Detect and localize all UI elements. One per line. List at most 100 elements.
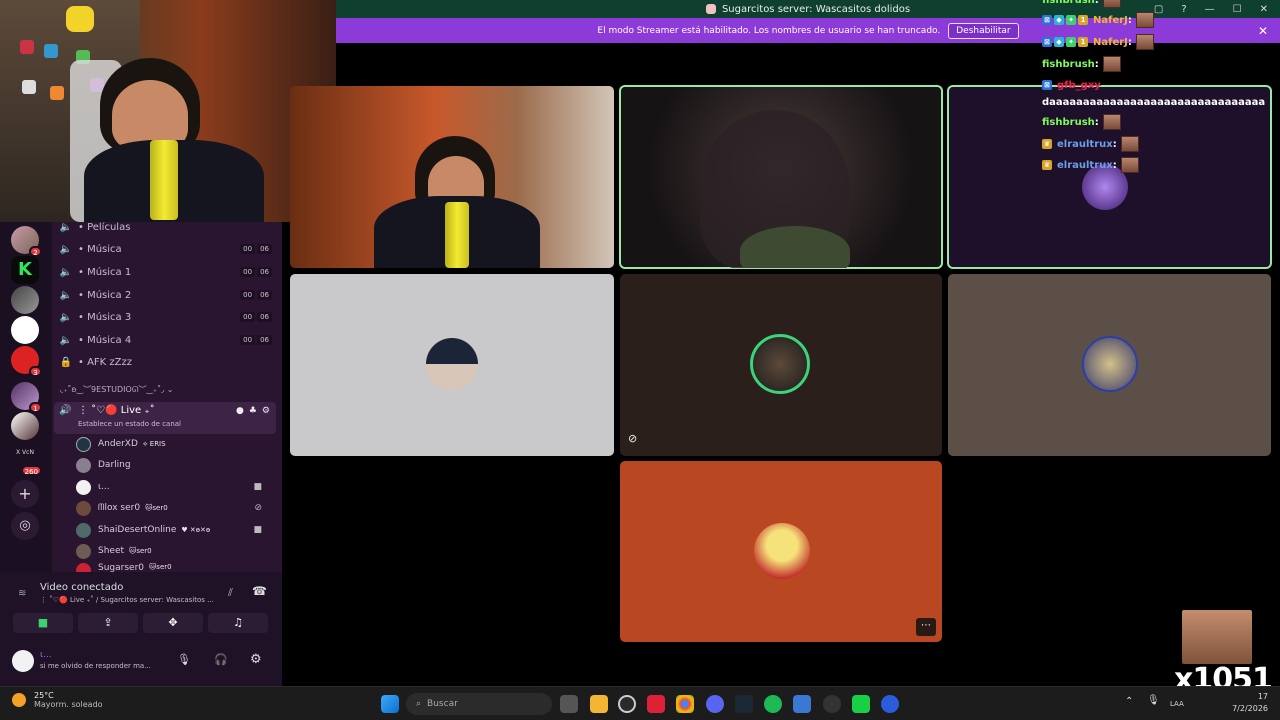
signal-icon[interactable]: ≋ [18,588,26,599]
chrome-icon[interactable] [676,695,694,713]
microphone-icon[interactable]: 🎙 [177,653,191,666]
camera-button[interactable]: ■ [13,613,73,633]
emote-icon [1120,157,1139,173]
avatar [76,457,91,473]
screen-share-button[interactable]: ⇪ [78,613,138,633]
server-rail: 2 K 3 1 X VcN 260 + ◎ [0,222,52,572]
voice-status[interactable]: Video conectado [40,582,123,593]
video-icon: ■ [253,525,262,535]
disconnect-icon[interactable]: ☎ [252,584,267,598]
disable-streamer-button[interactable]: Deshabilitar [948,22,1019,39]
server-icon[interactable]: 1 [11,382,42,413]
microphone-icon[interactable]: 🎙 [1147,695,1160,706]
folder-icon[interactable] [590,695,608,713]
notepad-icon[interactable] [793,695,811,713]
app-icon[interactable] [647,695,665,713]
spotify-icon[interactable] [764,695,782,713]
chat-message: ⊠ ◆ ✦ 1 NaferJ : [1042,32,1154,52]
headphones-icon[interactable]: 🎧 [214,653,228,666]
voice-user[interactable]: Sheet 🐱ser0 [76,541,152,561]
channel-musica[interactable]: 🔈 • Música 00 06 [58,238,276,260]
avatar [76,522,91,538]
chevron-up-icon[interactable]: ⌃ [1125,696,1133,707]
task-view-icon[interactable] [560,695,578,713]
voice-user[interactable]: Darling [76,455,131,475]
voice-user[interactable]: ᗰlox ser0 🐱ser0 ⊘ [76,498,272,518]
custom-status: si me olvido de responder ma... [40,662,151,670]
avatar [76,543,91,559]
lock-icon: 🔒 [59,356,73,368]
server-icon[interactable] [11,316,39,344]
more-options-button[interactable]: ⋯ [916,618,936,636]
video-tile[interactable] [290,274,614,456]
category-header[interactable]: ◟₊˚ʚ‿︶9ESTUDIOᘏ︶‿₊˚◞ ⌄ [60,384,173,395]
steam-icon[interactable] [735,695,753,713]
chat-message: ♛ elraultrux : [1042,155,1139,175]
avatar [754,523,810,579]
channel-status[interactable]: Establece un estado de canal [78,420,181,428]
window-title: Sugarcitos server: Wascasitos dolidos [721,3,911,15]
username: ι... [40,650,52,660]
server-icon[interactable] [11,286,39,314]
server-icon[interactable] [11,412,39,440]
invite-icon[interactable]: ♣ [249,406,257,416]
search-icon: ⌕ [416,699,422,709]
video-tile[interactable]: ⋯ [620,461,942,642]
voice-channel-path[interactable]: ⋮ ˚♡🔴 Live ₊˚ / Sugarcitos server: Wasca… [40,596,214,604]
headset-icon[interactable] [881,695,899,713]
obs-icon[interactable] [618,695,636,713]
gear-icon[interactable]: ⚙ [250,652,262,667]
channel-musica-2[interactable]: 🔈 • Música 2 00 06 [58,284,276,306]
video-tile[interactable] [290,86,614,268]
app-icon[interactable] [823,695,841,713]
avatar [76,436,91,452]
speaker-icon: 🔈 [59,334,73,346]
voice-user[interactable]: ι... ■ [76,477,272,497]
server-icon[interactable]: 3 [11,346,42,377]
emote-icon [1135,34,1154,50]
avatar[interactable] [12,650,34,672]
emote-icon [1102,0,1121,8]
webcam-overlay [0,0,336,230]
chat-message: ♛ elraultrux : [1042,134,1139,154]
gear-icon[interactable]: ⚙ [262,406,270,416]
channel-afk[interactable]: 🔒 • AFK zZzz [58,351,276,373]
chat-icon[interactable]: ● [236,406,244,416]
voice-panel: ≋ Video conectado ⋮ ˚♡🔴 Live ₊˚ / Sugarc… [0,572,282,686]
speaker-icon: 🔈 [59,266,73,278]
server-icon [705,4,716,14]
video-tile[interactable]: ⊘ [620,274,942,456]
server-folder[interactable]: X VcN 260 [11,446,42,476]
emote-icon [1120,136,1139,152]
discord-icon[interactable] [706,695,724,713]
voice-user[interactable]: AnderXD ⟡ ERIS [76,434,166,454]
channel-peliculas[interactable]: 🔈 • Películas [58,216,276,238]
activities-button[interactable]: ✥ [143,613,203,633]
search-box[interactable]: ⌕ Buscar [406,693,552,715]
chat-overlay: fishbrush : ⊠ ◆ ✦ 1 NaferJ : ⊠ ◆ ✦ 1 NaferJ : fi… [1042,0,1280,175]
video-tile[interactable] [948,274,1271,456]
weather-widget[interactable]: 25°C Mayorm. soleado [12,691,103,709]
noise-suppression-icon[interactable]: ⫽ [228,586,233,600]
channel-musica-3[interactable]: 🔈 • Música 3 00 06 [58,306,276,328]
server-icon[interactable]: 2 [11,226,42,257]
app-icon[interactable] [852,695,870,713]
avatar [1082,336,1138,392]
explore-icon[interactable]: ◎ [11,512,39,540]
speaker-icon: 🔈 [59,221,73,233]
chat-message: ⊠ ◆ ✦ 1 NaferJ : [1042,10,1154,30]
voice-user[interactable]: Sugarser0 🐱ser0 [76,563,172,572]
channel-musica-4[interactable]: 🔈 • Música 4 00 06 [58,329,276,351]
emote-icon [1102,56,1121,72]
voice-user[interactable]: ShaiDesertOnline ♥ ✕ɵ✕ɵ ■ [76,520,272,540]
soundboard-button[interactable]: ♫ [208,613,268,633]
server-icon[interactable]: K [11,256,39,284]
channel-controls: ● ♣ ⚙ [236,406,270,416]
add-server-icon[interactable]: + [11,480,39,508]
clock[interactable]: 17 7/2/2026 [1232,691,1268,715]
channel-musica-1[interactable]: 🔈 • Música 1 00 06 [58,261,276,283]
video-tile[interactable] [619,85,943,269]
language-indicator[interactable]: LAA [1170,700,1184,708]
start-icon[interactable] [381,695,399,713]
channel-live[interactable]: 🔊 ⋮ ˚♡🔴 Live ₊˚ Establece un estado de c… [54,402,276,434]
